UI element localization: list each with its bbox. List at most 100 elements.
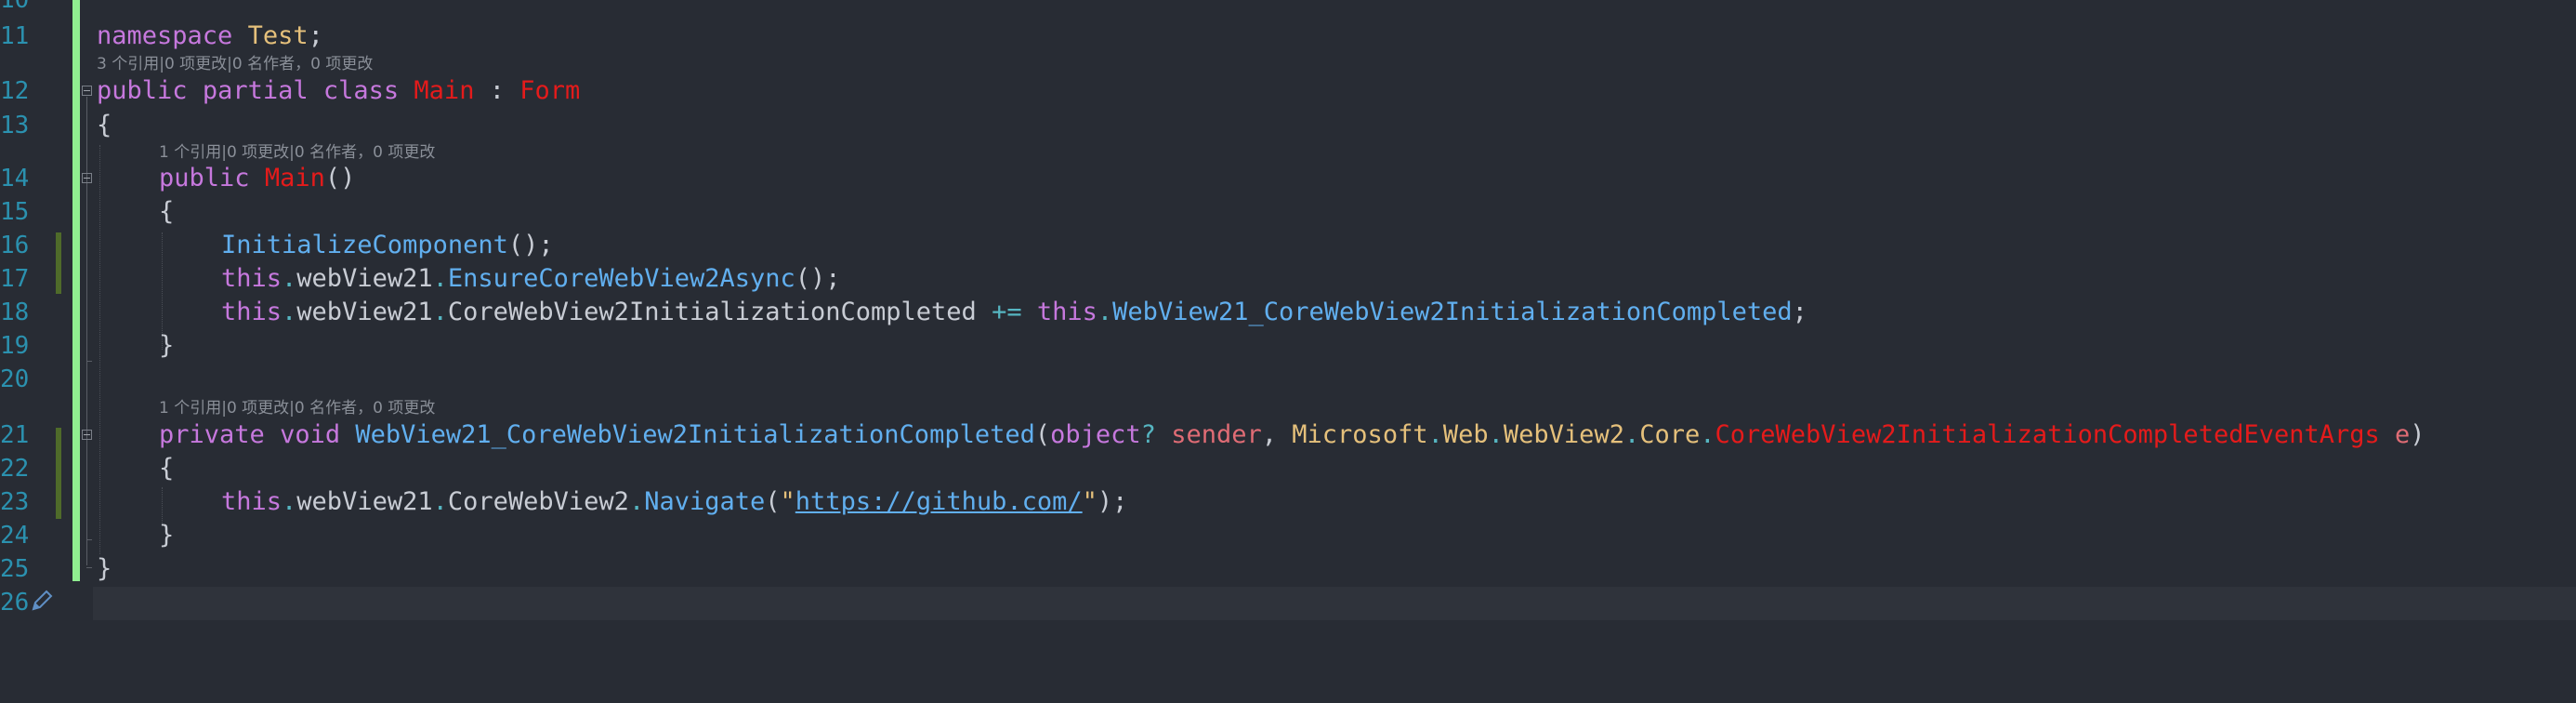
keyword-this: this	[221, 487, 283, 516]
change-indicator-modified	[56, 428, 61, 519]
fold-guide	[86, 184, 87, 361]
line-number: 16	[0, 232, 30, 259]
code-lens-references[interactable]: 3 个引用|0 项更改|0 名作者，0 项更改	[97, 54, 373, 74]
parens: ()	[324, 164, 356, 192]
code-editor[interactable]: 10 11 12 13 14 15 16 17 18 19 20 21 22 2…	[0, 0, 2576, 703]
line-number: 17	[0, 265, 30, 293]
line-number: 13	[0, 112, 30, 139]
code-line-17[interactable]: this.webView21.EnsureCoreWebView2Async()…	[221, 262, 841, 296]
namespace-segment: Core	[1639, 420, 1701, 449]
dot: .	[282, 487, 297, 516]
brace-close: }	[159, 521, 175, 550]
dot: .	[1623, 420, 1640, 449]
code-line-16[interactable]: InitializeComponent();	[221, 229, 554, 262]
pencil-icon[interactable]	[29, 589, 55, 615]
fold-end	[86, 539, 92, 540]
dot: .	[1427, 420, 1443, 449]
dot: .	[282, 298, 297, 326]
field-name: webView21	[296, 298, 433, 326]
namespace-segment: WebView2	[1503, 420, 1624, 449]
code-line-25[interactable]: }	[97, 552, 112, 586]
constructor-name: Main	[264, 164, 325, 192]
line-number: 24	[0, 522, 30, 550]
class-name: Main	[414, 76, 475, 105]
string-quote: "	[780, 487, 795, 516]
method-call: Navigate	[644, 487, 766, 516]
paren-close: )	[2410, 420, 2425, 449]
collapse-box-icon[interactable]	[82, 86, 92, 96]
namespace-segment: Web	[1442, 420, 1489, 449]
nullable-marker: ?	[1140, 420, 1156, 449]
line-number: 20	[0, 365, 30, 393]
event-name: CoreWebView2InitializationCompleted	[447, 298, 977, 326]
change-indicator-modified	[56, 232, 61, 294]
keyword-this: this	[221, 264, 283, 293]
dot: .	[432, 298, 448, 326]
dot: .	[628, 487, 645, 516]
code-line-12[interactable]: public partial class Main : Form	[97, 74, 580, 108]
brace-open: {	[97, 111, 112, 139]
code-line-11[interactable]: namespace Test;	[97, 20, 323, 53]
keyword-partial: partial	[202, 76, 309, 105]
semicolon: ;	[308, 21, 323, 50]
code-line-19[interactable]: }	[159, 329, 174, 363]
code-lens-references[interactable]: 1 个引用|0 项更改|0 名作者，0 项更改	[159, 398, 435, 418]
dot: .	[432, 487, 448, 516]
line-number: 14	[0, 165, 30, 192]
namespace-segment: Microsoft	[1292, 420, 1428, 449]
semicolon: ;	[1792, 298, 1807, 326]
comma: ,	[1261, 420, 1278, 449]
line-number: 11	[0, 22, 30, 50]
call-tail: ();	[795, 264, 841, 293]
field-name: webView21	[296, 487, 433, 516]
code-line-23[interactable]: this.webView21.CoreWebView2.Navigate("ht…	[221, 485, 1127, 519]
collapse-box-icon[interactable]	[82, 430, 92, 440]
code-lens-references[interactable]: 1 个引用|0 项更改|0 名作者，0 项更改	[159, 142, 435, 163]
dot: .	[1488, 420, 1504, 449]
line-number: 25	[0, 555, 30, 583]
line-number: 26	[0, 589, 30, 617]
code-line-22[interactable]: {	[159, 452, 174, 485]
property-name: CoreWebView2	[447, 487, 629, 516]
brace-open: {	[159, 454, 175, 483]
line-number: 10	[0, 0, 30, 14]
line-number: 15	[0, 198, 30, 226]
line-number: 21	[0, 421, 30, 449]
method-name: WebView21_CoreWebView2InitializationComp…	[355, 420, 1035, 449]
code-line-24[interactable]: }	[159, 519, 174, 552]
url-link[interactable]: https://github.com/	[795, 487, 1083, 516]
parameter-sender: sender	[1171, 420, 1262, 449]
paren-open: (	[765, 487, 781, 516]
line-number: 19	[0, 332, 30, 360]
keyword-public: public	[97, 76, 188, 105]
event-args-class: CoreWebView2InitializationCompletedEvent…	[1715, 420, 2380, 449]
field-name: webView21	[296, 264, 433, 293]
base-class-name: Form	[519, 76, 581, 105]
code-line-14[interactable]: public Main()	[159, 162, 355, 195]
keyword-void: void	[280, 420, 341, 449]
keyword-object: object	[1050, 420, 1141, 449]
code-line-18[interactable]: this.webView21.CoreWebView2Initializatio…	[221, 296, 1807, 329]
handler-reference: WebView21_CoreWebView2InitializationComp…	[1112, 298, 1793, 326]
brace-close: }	[97, 554, 112, 583]
indent-guide	[99, 145, 100, 554]
code-line-15[interactable]: {	[159, 195, 174, 229]
line-number: 12	[0, 77, 30, 105]
string-quote: "	[1082, 487, 1097, 516]
dot: .	[432, 264, 448, 293]
line-number-gutter: 10 11 12 13 14 15 16 17 18 19 20 21 22 2…	[0, 0, 30, 703]
call-tail: ();	[507, 231, 554, 259]
code-line-13[interactable]: {	[97, 109, 112, 142]
method-call: InitializeComponent	[221, 231, 508, 259]
keyword-namespace: namespace	[97, 21, 233, 50]
brace-close: }	[159, 331, 175, 360]
dot: .	[1700, 420, 1715, 449]
method-call: EnsureCoreWebView2Async	[447, 264, 795, 293]
colon: :	[489, 76, 505, 105]
collapse-box-icon[interactable]	[82, 173, 92, 183]
code-line-21[interactable]: private void WebView21_CoreWebView2Initi…	[159, 418, 2425, 452]
parameter-e: e	[2395, 420, 2411, 449]
keyword-this: this	[1036, 298, 1097, 326]
namespace-name: Test	[247, 21, 309, 50]
keyword-public: public	[159, 164, 250, 192]
